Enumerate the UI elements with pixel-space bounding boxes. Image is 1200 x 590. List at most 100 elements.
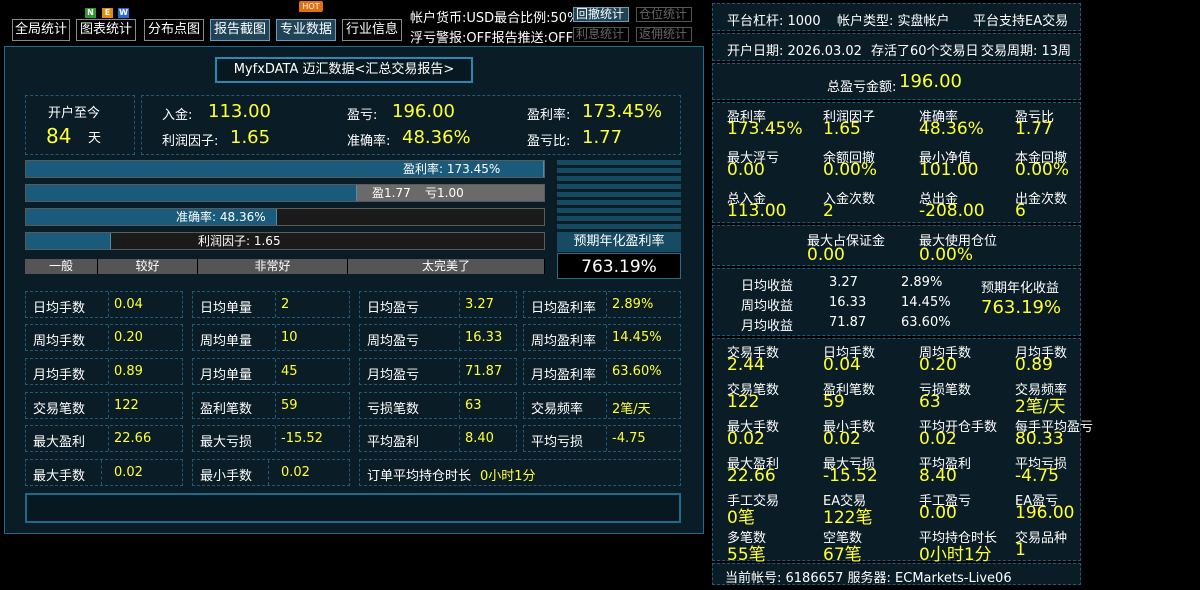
report-panel: MyfxDATA 迈汇数据<汇总交易报告> 开户至今 84 天 入金: 113.… [4, 46, 704, 534]
stat-value: 122 [114, 398, 139, 413]
stat-value: 8.40 [465, 431, 494, 446]
stat-key: 日均盈亏 [367, 301, 420, 316]
stat-value: 45 [281, 364, 298, 379]
chart-stats-button[interactable]: 图表统计 [76, 19, 136, 41]
metric-value: 101.00 [919, 160, 979, 180]
metric-value: -15.52 [823, 466, 878, 486]
stat-cell: 平均盈利 8.40 [359, 425, 517, 452]
annual-return-label: 预期年化收益 [981, 281, 1060, 296]
stat-key: 最小手数 [200, 469, 253, 484]
stat-cell: 交易频率 2笔/天 [523, 392, 681, 419]
metric-value: 122 [727, 392, 760, 412]
metric-value: 0.00% [823, 160, 878, 180]
stat-key: 亏损笔数 [367, 402, 420, 417]
metric-value: 122笔 [823, 508, 873, 528]
rebate-stats-button[interactable]: 返佣统计 [636, 27, 692, 42]
stat-key: 订单平均持仓时长 [367, 469, 472, 484]
metric-value: 0小时1分 [919, 545, 992, 565]
stat-cell: 周均手数 0.20 [25, 324, 183, 351]
metric-value: 0笔 [727, 508, 755, 528]
stat-value: -4.75 [612, 431, 646, 446]
open-days-box: 开户至今 84 天 [25, 95, 135, 155]
stat-value: 10 [281, 330, 298, 345]
day-avg-label: 日均收益 [741, 279, 794, 294]
stat-key: 周均手数 [33, 334, 86, 349]
avg-returns-row: 日均收益 3.27 2.89% 周均收益 16.33 14.45% 月均收益 7… [712, 268, 1081, 336]
annual-rate-value: 763.19% [557, 253, 681, 279]
drawdown-stats-button[interactable]: 回撤统计 [573, 7, 629, 22]
stat-value: 0.02 [281, 465, 310, 480]
annual-rate-label: 预期年化盈利率 [557, 232, 681, 252]
accuracy-label: 准确率: [347, 134, 391, 149]
stat-cell: 日均手数 0.04 [25, 291, 183, 318]
profit-factor-value: 1.65 [230, 127, 271, 148]
metric-value: 0.02 [919, 429, 957, 449]
deposit-value: 113.00 [208, 101, 271, 122]
month-avg-value: 71.87 [829, 315, 867, 330]
metric-value: 2笔/天 [1015, 397, 1066, 417]
profit-rate-value: 173.45% [582, 101, 663, 122]
stat-cell: 亏损笔数 63 [359, 392, 517, 419]
accuracy-bar-text: 准确率: 48.36% [176, 210, 266, 224]
metric-value: 8.40 [919, 466, 957, 486]
win-bar-fill [26, 185, 357, 201]
bottom-input-box[interactable] [25, 493, 681, 523]
stat-cell-max-lots: 最大手数 0.02 [25, 459, 183, 486]
report-screenshot-button[interactable]: 报告截图 [210, 19, 270, 41]
profit-factor-label: 利润因子: [162, 134, 219, 149]
open-date-text: 开户日期: 2026.03.02 [727, 44, 862, 59]
stat-value: 0.04 [114, 297, 143, 312]
stat-key: 月均盈利率 [531, 368, 597, 383]
stat-value: 0.20 [114, 330, 143, 345]
annual-rate-box: 预期年化盈利率 763.19% [557, 160, 681, 280]
hot-badge: HOT [299, 1, 323, 12]
accuracy-bar: 准确率: 48.36% [25, 208, 545, 226]
metric-value: -208.00 [919, 201, 985, 221]
week-avg-label: 周均收益 [741, 299, 794, 314]
stat-cell: 月均单量 45 [192, 358, 350, 385]
stat-key: 周均单量 [200, 334, 253, 349]
profit-factor-bar-fill [26, 233, 111, 249]
global-stats-button[interactable]: 全局统计 [12, 19, 70, 41]
week-avg-value: 16.33 [829, 295, 867, 310]
metric-value: 59 [823, 392, 845, 412]
metric-value: 1 [1015, 540, 1026, 560]
day-avg-pct: 2.89% [901, 275, 943, 290]
pl-ratio-label: 盈亏比: [527, 134, 571, 149]
new-badge-e: E [102, 8, 113, 18]
deposit-label: 入金: [162, 108, 193, 123]
profit-rate-bar: 盈利率: 173.45% [25, 160, 545, 178]
annual-return-value: 763.19% [981, 297, 1062, 318]
metrics-grid-2: 交易手数 2.44 日均手数 0.04 周均手数 0.20 月均手数 0.89 交易笔数 122 盈… [712, 338, 1093, 565]
total-pl-value: 196.00 [899, 71, 962, 92]
account-type-text: 帐户类型: 实盘帐户 [837, 14, 950, 29]
open-days-value: 84 [46, 124, 72, 148]
metric-value: 1.65 [823, 119, 861, 139]
pl-ratio-value: 1.77 [582, 127, 623, 148]
industry-info-button[interactable]: 行业信息 [342, 19, 402, 41]
month-avg-pct: 63.60% [901, 315, 951, 330]
stat-cell: 最大盈利 22.66 [25, 425, 183, 452]
new-badge-w: W [118, 8, 129, 18]
month-avg-label: 月均收益 [741, 319, 794, 334]
stat-cell: 周均盈亏 16.33 [359, 324, 517, 351]
metric-value: 2.44 [727, 355, 765, 375]
accuracy-value: 48.36% [402, 127, 471, 148]
metric-value: 0.89 [1015, 355, 1053, 375]
metric-value: 0.20 [919, 355, 957, 375]
profit-factor-bar: 利润因子: 1.65 [25, 232, 545, 250]
interest-stats-button[interactable]: 利息统计 [573, 27, 629, 42]
loss-bar-text: 亏1.00 [425, 186, 464, 200]
metrics-grid-1: 盈利率 173.45% 利润因子 1.65 准确率 48.36% 盈亏比 1.77 最大浮亏 0.… [712, 102, 1081, 223]
stat-cell: 最大亏损 -15.52 [192, 425, 350, 452]
stat-key: 最大手数 [33, 469, 86, 484]
distribution-chart-button[interactable]: 分布点图 [144, 19, 204, 41]
stat-cell: 月均手数 0.89 [25, 358, 183, 385]
position-stats-button[interactable]: 仓位统计 [636, 7, 692, 22]
stat-key: 交易笔数 [33, 402, 86, 417]
pro-data-button[interactable]: 专业数据 [276, 19, 336, 41]
metric-value: 196.00 [1015, 503, 1075, 523]
metric-value: 0.00 [919, 503, 957, 523]
metric-value: 2 [823, 201, 834, 221]
stat-value: 3.27 [465, 297, 494, 312]
